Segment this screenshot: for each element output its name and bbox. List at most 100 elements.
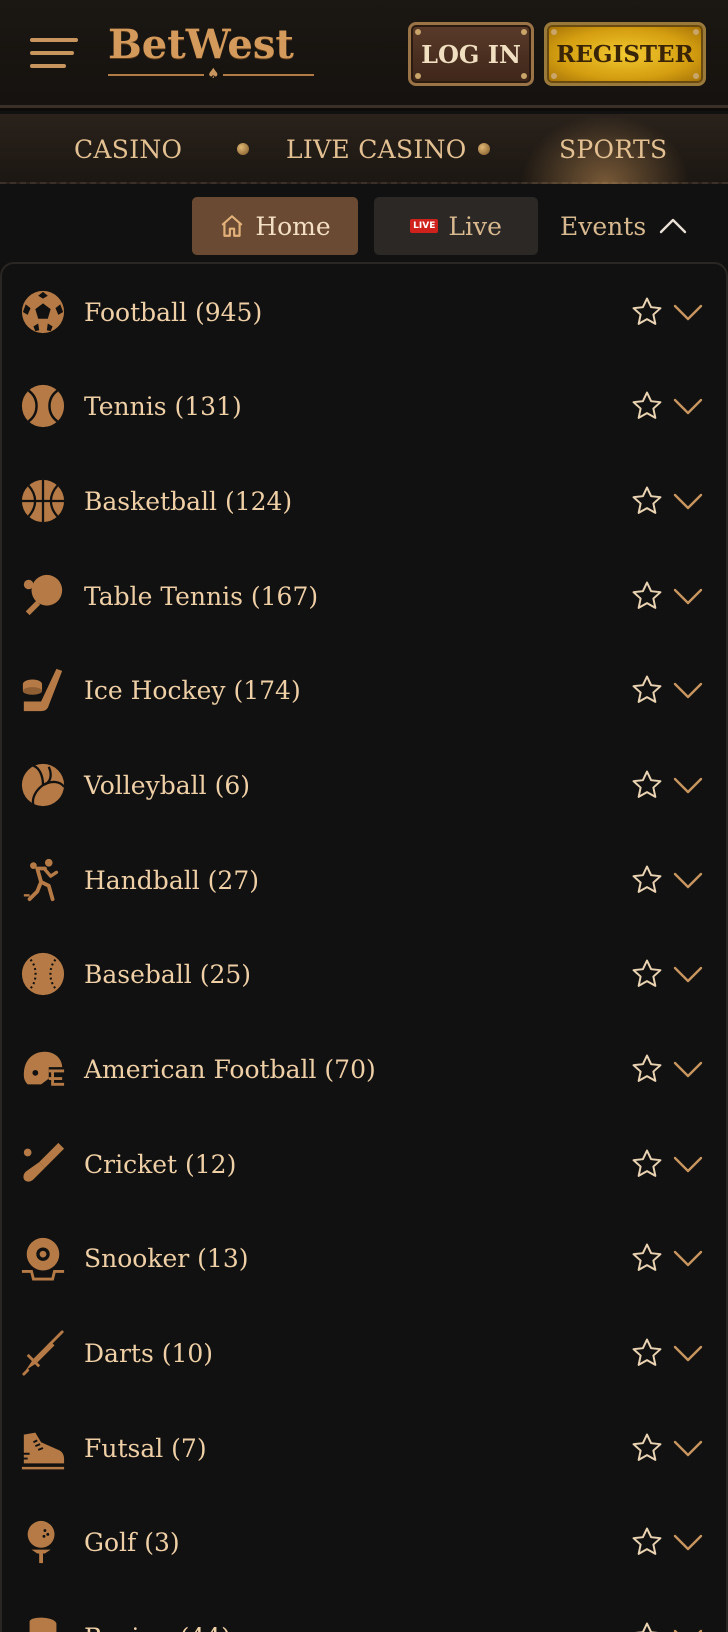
star-icon[interactable] — [630, 1147, 664, 1181]
rivet-icon — [415, 29, 421, 35]
sport-row-boxing[interactable]: Boxing (44) — [0, 1590, 724, 1632]
star-icon[interactable] — [630, 1241, 664, 1275]
baseball-icon — [21, 952, 65, 996]
sport-row-football[interactable]: Football (945) — [0, 265, 724, 359]
login-button-label: LOG IN — [421, 39, 521, 69]
sport-row-tennis[interactable]: Tennis (131) — [0, 359, 724, 453]
chevron-down-icon[interactable] — [672, 1621, 704, 1632]
nav-separator-dot — [478, 143, 490, 155]
sport-label: Ice Hockey (174) — [84, 675, 301, 705]
home-icon — [221, 215, 243, 237]
star-icon[interactable] — [630, 484, 664, 518]
tennis-ball-icon — [21, 384, 65, 428]
rivet-icon — [415, 73, 421, 79]
chevron-down-icon[interactable] — [672, 580, 704, 612]
football-helmet-icon — [23, 1051, 65, 1086]
tab-live-label: Live — [448, 211, 502, 241]
volleyball-icon — [21, 763, 66, 807]
sport-label: Handball (27) — [84, 865, 259, 895]
sport-label: Baseball (25) — [84, 959, 252, 989]
sport-label: Golf (3) — [84, 1527, 180, 1557]
nav-casino[interactable]: CASINO — [74, 114, 182, 184]
sport-label: Snooker (13) — [84, 1243, 249, 1273]
nav-separator-dot — [237, 143, 249, 155]
login-button[interactable]: LOG IN — [408, 22, 534, 86]
table-tennis-paddle-icon — [23, 574, 63, 616]
sport-label: Volleyball (6) — [84, 770, 250, 800]
sport-label: Basketball (124) — [84, 486, 293, 516]
sport-row-american-football[interactable]: American Football (70) — [0, 1022, 724, 1116]
top-header: BetWest ♠ LOG IN REGISTER — [0, 0, 728, 111]
rivet-icon — [551, 29, 557, 35]
chevron-down-icon[interactable] — [672, 296, 704, 328]
star-icon[interactable] — [630, 389, 664, 423]
spade-icon: ♠ — [204, 66, 223, 82]
dart-icon — [22, 1330, 64, 1376]
sport-row-ice-hockey[interactable]: Ice Hockey (174) — [0, 643, 724, 737]
register-button[interactable]: REGISTER — [544, 22, 706, 86]
chevron-down-icon[interactable] — [672, 485, 704, 517]
star-icon[interactable] — [630, 1525, 664, 1559]
cricket-bat-icon — [23, 1142, 65, 1182]
live-badge: LIVE — [410, 219, 439, 233]
sport-row-cricket[interactable]: Cricket (12) — [0, 1117, 724, 1211]
register-button-label: REGISTER — [556, 40, 694, 68]
sport-label: Cricket (12) — [84, 1149, 237, 1179]
chevron-down-icon[interactable] — [672, 1526, 704, 1558]
sport-row-futsal[interactable]: Futsal (7) — [0, 1401, 724, 1495]
nav-live-casino[interactable]: LIVE CASINO — [286, 114, 467, 184]
sport-row-table-tennis[interactable]: Table Tennis (167) — [0, 549, 724, 643]
soccer-ball-icon — [21, 290, 65, 334]
sport-label: Darts (10) — [84, 1338, 214, 1368]
sport-label: American Football (70) — [84, 1054, 376, 1084]
rivet-icon — [521, 73, 527, 79]
rivet-icon — [693, 29, 699, 35]
sport-row-snooker[interactable]: Snooker (13) — [0, 1211, 724, 1305]
chevron-down-icon[interactable] — [672, 1242, 704, 1274]
chevron-down-icon[interactable] — [672, 1337, 704, 1369]
star-icon[interactable] — [630, 957, 664, 991]
sport-row-handball[interactable]: Handball (27) — [0, 833, 724, 927]
chevron-down-icon[interactable] — [672, 1432, 704, 1464]
tab-events[interactable]: Events — [560, 197, 710, 255]
tab-home[interactable]: Home — [192, 197, 358, 255]
star-icon[interactable] — [630, 579, 664, 613]
nav-sports[interactable]: SPORTS — [559, 114, 667, 184]
star-icon[interactable] — [630, 295, 664, 329]
chevron-down-icon[interactable] — [672, 769, 704, 801]
handball-player-icon — [23, 858, 59, 902]
snooker-ball-icon — [21, 1237, 65, 1281]
chevron-down-icon[interactable] — [672, 864, 704, 896]
sport-row-darts[interactable]: Darts (10) — [0, 1306, 724, 1400]
star-icon[interactable] — [630, 1052, 664, 1086]
betwest-logo[interactable]: BetWest ♠ — [108, 20, 314, 82]
hamburger-menu-icon[interactable] — [30, 38, 78, 72]
golf-ball-tee-icon — [27, 1520, 55, 1564]
chevron-down-icon[interactable] — [672, 1053, 704, 1085]
section-nav: CASINO LIVE CASINO SPORTS — [0, 114, 728, 184]
star-icon[interactable] — [630, 1620, 664, 1632]
sport-label: Boxing (44) — [84, 1623, 231, 1632]
star-icon[interactable] — [630, 673, 664, 707]
sport-label: Futsal (7) — [84, 1433, 207, 1463]
star-icon[interactable] — [630, 768, 664, 802]
boxing-glove-icon — [29, 1617, 57, 1632]
sport-row-golf[interactable]: Golf (3) — [0, 1495, 724, 1589]
star-icon[interactable] — [630, 863, 664, 897]
sport-row-volleyball[interactable]: Volleyball (6) — [0, 738, 724, 832]
sneaker-icon — [21, 1432, 65, 1470]
sport-row-baseball[interactable]: Baseball (25) — [0, 927, 724, 1021]
sport-label: Table Tennis (167) — [84, 581, 319, 611]
rivet-icon — [693, 73, 699, 79]
star-icon[interactable] — [630, 1431, 664, 1465]
sport-label: Football (945) — [84, 297, 263, 327]
chevron-down-icon[interactable] — [672, 1148, 704, 1180]
chevron-down-icon[interactable] — [672, 674, 704, 706]
hockey-stick-puck-icon — [22, 668, 63, 712]
basketball-icon — [21, 479, 65, 523]
tab-live[interactable]: LIVE Live — [374, 197, 538, 255]
chevron-down-icon[interactable] — [672, 390, 704, 422]
chevron-down-icon[interactable] — [672, 958, 704, 990]
star-icon[interactable] — [630, 1336, 664, 1370]
sport-row-basketball[interactable]: Basketball (124) — [0, 454, 724, 548]
